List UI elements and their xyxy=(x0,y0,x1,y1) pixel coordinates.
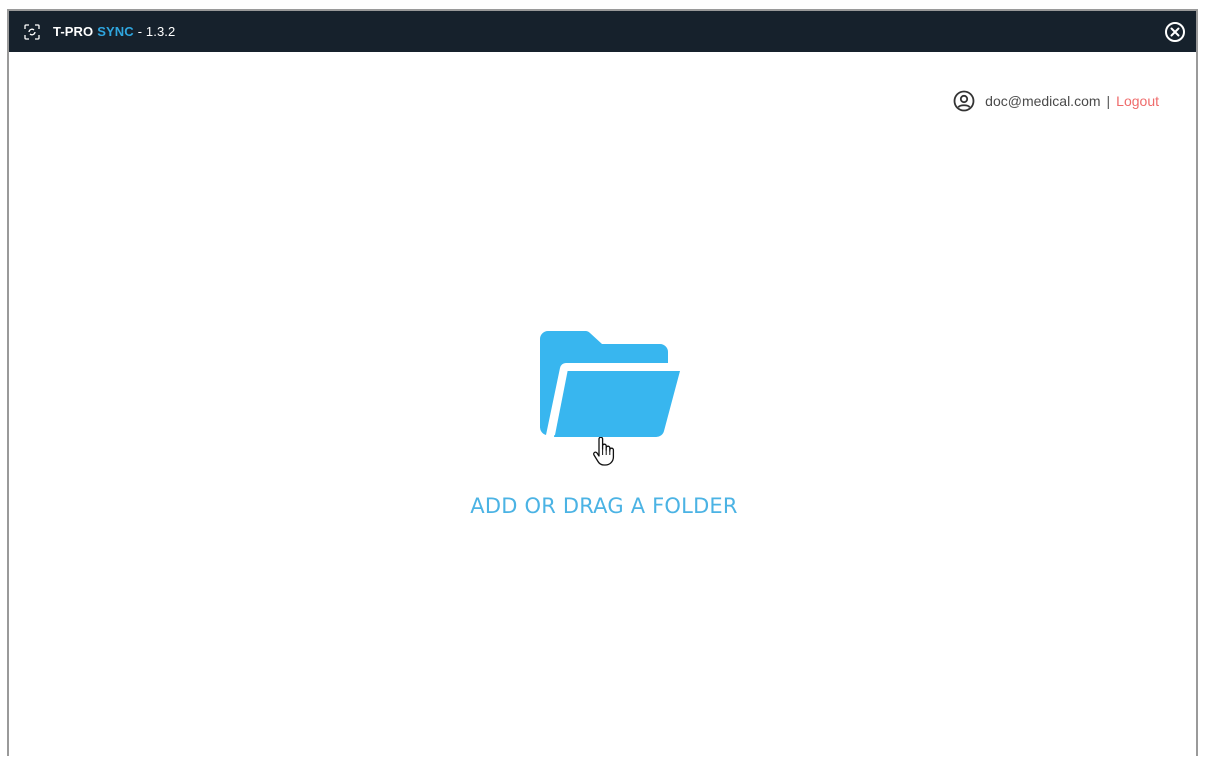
title-brand: T-PRO xyxy=(53,24,94,39)
close-button[interactable] xyxy=(1164,21,1186,43)
user-separator: | xyxy=(1106,93,1111,109)
user-circle-icon xyxy=(953,90,975,112)
logout-link[interactable]: Logout xyxy=(1116,93,1159,109)
drop-label: ADD OR DRAG A FOLDER xyxy=(470,494,738,518)
title-bar: T-PRO SYNC - 1.3.2 xyxy=(9,11,1196,52)
hand-pointer-icon xyxy=(593,437,615,466)
user-email: doc@medical.com xyxy=(985,93,1101,109)
folder-dropzone[interactable]: ADD OR DRAG A FOLDER xyxy=(429,323,779,533)
sync-corners-icon xyxy=(23,23,41,41)
close-circle-icon xyxy=(1165,22,1185,42)
app-window: T-PRO SYNC - 1.3.2 doc@medical.com | Log… xyxy=(7,9,1198,756)
title-version: - 1.3.2 xyxy=(137,24,176,39)
folder-open-icon xyxy=(540,331,680,438)
title-product: SYNC xyxy=(97,24,134,39)
user-bar: doc@medical.com | Logout xyxy=(953,90,1159,112)
window-title: T-PRO SYNC - 1.3.2 xyxy=(53,24,175,39)
